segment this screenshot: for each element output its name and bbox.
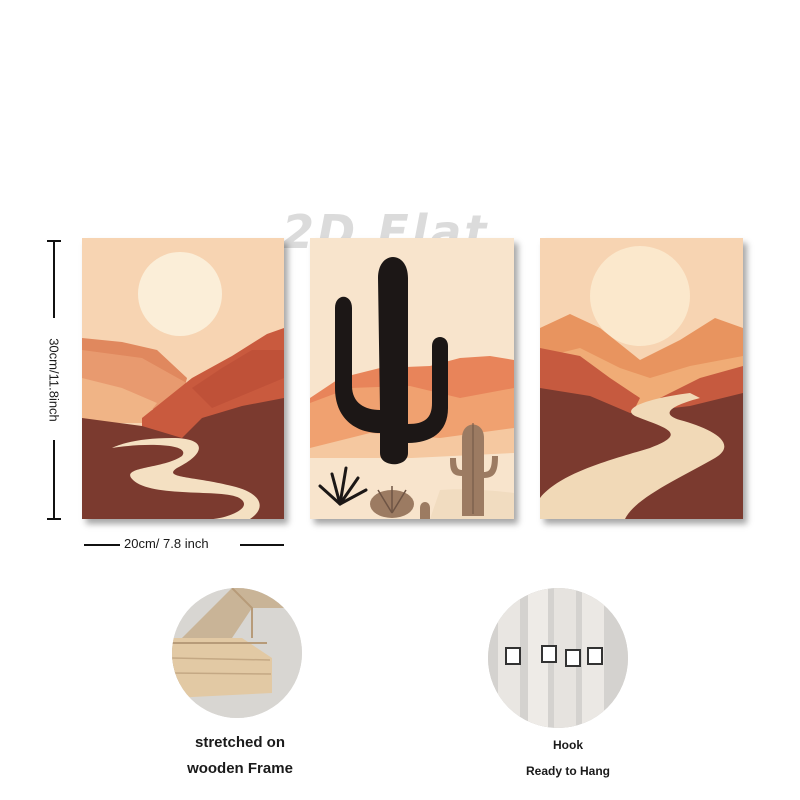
saguaro-cactus-panel xyxy=(310,238,514,519)
width-label: 20cm/ 7.8 inch xyxy=(124,536,209,551)
dimension-tick-bottom xyxy=(47,518,61,520)
desert-river-panel xyxy=(82,238,284,519)
wooden-frame-photo xyxy=(172,588,302,718)
hook-caption-line-2: Ready to Hang xyxy=(525,764,610,778)
frame-caption-line-1: stretched on xyxy=(194,734,285,751)
frame-caption: stretched on wooden Frame xyxy=(160,730,320,782)
height-label: 30cm/11.8inch xyxy=(46,338,62,422)
dimension-line-left xyxy=(84,544,120,546)
frame-caption-line-2: wooden Frame xyxy=(187,760,293,777)
hook-photo xyxy=(488,588,628,728)
hook-caption: Hook Ready to Hang xyxy=(508,736,628,780)
winding-road-panel xyxy=(540,238,743,519)
dimension-line-top xyxy=(53,240,55,318)
dimension-line-right xyxy=(240,544,284,546)
hook-caption-line-1: Hook xyxy=(553,738,583,752)
dimension-line-bottom xyxy=(53,440,55,520)
